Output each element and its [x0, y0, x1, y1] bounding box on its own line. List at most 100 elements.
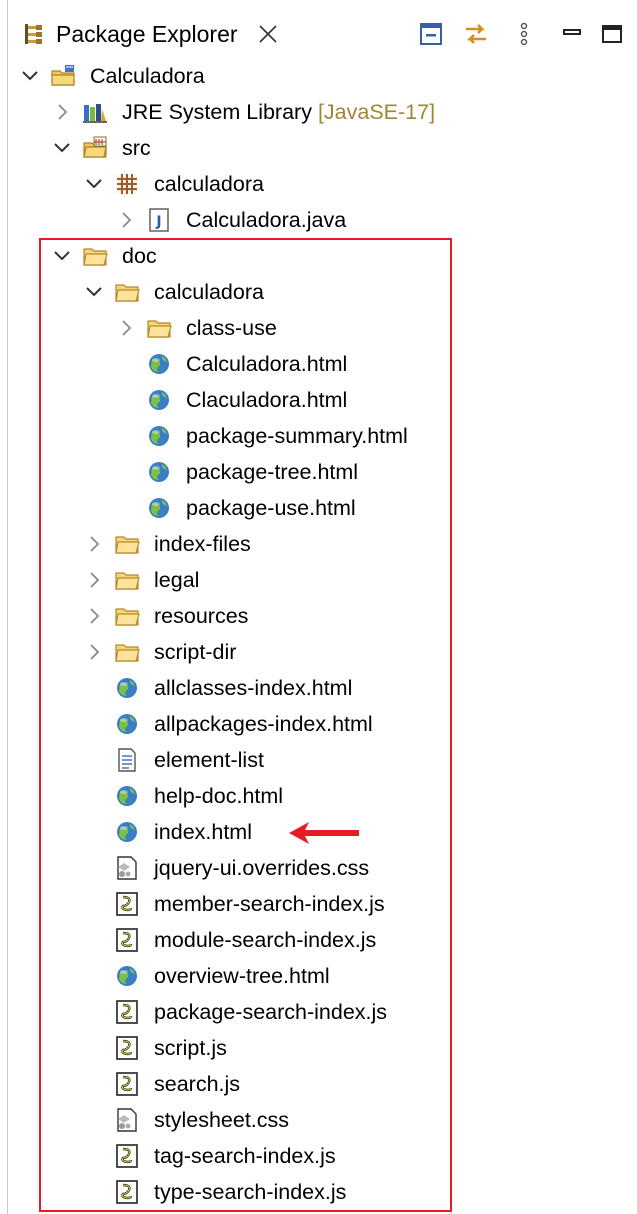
tree-item-calculadora-java[interactable]: J Calculadora.java: [0, 202, 637, 238]
chevron-down-icon[interactable]: [50, 244, 74, 268]
tree-item-calculadora-html[interactable]: Calculadora.html: [0, 346, 637, 382]
tree-item-src[interactable]: src: [0, 130, 637, 166]
script-icon: [114, 927, 140, 953]
script-icon: [114, 1071, 140, 1097]
item-name: allpackages-index.html: [154, 712, 373, 736]
tree-item-package-summary-html[interactable]: package-summary.html: [0, 418, 637, 454]
tree-item-tag-search-index-js[interactable]: tag-search-index.js: [0, 1138, 637, 1174]
tree-item-class-use[interactable]: class-use: [0, 310, 637, 346]
folder-icon: [114, 279, 140, 305]
globe-icon: [114, 963, 140, 989]
tree-item-label: index.html: [154, 818, 252, 846]
chevron-down-icon[interactable]: [18, 64, 42, 88]
project-tree: Calculadora JRE System Library [JavaSE-17…: [0, 0, 637, 1214]
item-name: legal: [154, 568, 200, 592]
folder-icon: [146, 315, 172, 341]
tree-item-stylesheet-css[interactable]: stylesheet.css: [0, 1102, 637, 1138]
item-name: module-search-index.js: [154, 928, 377, 952]
tree-item-element-list[interactable]: element-list: [0, 742, 637, 778]
folder-icon: [114, 531, 140, 557]
tree-item-label: jquery-ui.overrides.css: [154, 854, 369, 882]
tree-item-label: src: [122, 134, 151, 162]
item-name: tag-search-index.js: [154, 1144, 336, 1168]
tree-item-label: overview-tree.html: [154, 962, 330, 990]
globe-icon: [114, 675, 140, 701]
chevron-right-icon[interactable]: [50, 100, 74, 124]
chevron-down-icon[interactable]: [82, 280, 106, 304]
tree-item-script-js[interactable]: script.js: [0, 1030, 637, 1066]
chevron-right-icon[interactable]: [82, 604, 106, 628]
item-name: class-use: [186, 316, 277, 340]
tree-item-label: doc: [122, 242, 157, 270]
tree-item-type-search-index-js[interactable]: type-search-index.js: [0, 1174, 637, 1210]
tree-item-label: legal: [154, 566, 199, 594]
chevron-right-icon[interactable]: [82, 532, 106, 556]
item-name: calculadora: [154, 280, 264, 304]
tree-item-jre-system-library[interactable]: JRE System Library [JavaSE-17]: [0, 94, 637, 130]
item-name: resources: [154, 604, 249, 628]
tree-item-label: calculadora: [154, 170, 264, 198]
item-name: stylesheet.css: [154, 1108, 290, 1132]
chevron-down-icon[interactable]: [50, 136, 74, 160]
tree-item-help-doc-html[interactable]: help-doc.html: [0, 778, 637, 814]
tree-item-module-search-index-js[interactable]: module-search-index.js: [0, 922, 637, 958]
tree-item-allclasses-index-html[interactable]: allclasses-index.html: [0, 670, 637, 706]
tree-item-package-search-index-js[interactable]: package-search-index.js: [0, 994, 637, 1030]
tree-item-package-tree-html[interactable]: package-tree.html: [0, 454, 637, 490]
item-name: package-tree.html: [186, 460, 359, 484]
tree-item-search-js[interactable]: search.js: [0, 1066, 637, 1102]
tree-item-label: module-search-index.js: [154, 926, 376, 954]
item-name: Claculadora.html: [186, 388, 348, 412]
tree-item-index-files[interactable]: index-files: [0, 526, 637, 562]
package-icon: [114, 171, 140, 197]
tree-item-calculadora[interactable]: calculadora: [0, 274, 637, 310]
script-icon: [114, 1143, 140, 1169]
tree-item-script-dir[interactable]: script-dir: [0, 634, 637, 670]
globe-icon: [114, 711, 140, 737]
item-name: Calculadora.html: [186, 352, 348, 376]
item-name: package-use.html: [186, 496, 356, 520]
item-name: package-search-index.js: [154, 1000, 388, 1024]
item-name: member-search-index.js: [154, 892, 385, 916]
item-name: overview-tree.html: [154, 964, 330, 988]
tree-item-label: calculadora: [154, 278, 264, 306]
chevron-down-icon[interactable]: [82, 172, 106, 196]
chevron-right-icon[interactable]: [82, 640, 106, 664]
tree-item-calculadora[interactable]: calculadora: [0, 166, 637, 202]
item-name: calculadora: [154, 172, 264, 196]
item-name: element-list: [154, 748, 264, 772]
tree-item-member-search-index-js[interactable]: member-search-index.js: [0, 886, 637, 922]
tree-item-label: Claculadora.html: [186, 386, 347, 414]
tree-item-package-use-html[interactable]: package-use.html: [0, 490, 637, 526]
chevron-right-icon[interactable]: [114, 208, 138, 232]
item-name: allclasses-index.html: [154, 676, 353, 700]
item-name: help-doc.html: [154, 784, 284, 808]
tree-item-claculadora-html[interactable]: Claculadora.html: [0, 382, 637, 418]
tree-item-doc[interactable]: doc: [0, 238, 637, 274]
tree-item-label: package-use.html: [186, 494, 356, 522]
chevron-right-icon[interactable]: [82, 568, 106, 592]
tree-item-overview-tree-html[interactable]: overview-tree.html: [0, 958, 637, 994]
tree-item-label: help-doc.html: [154, 782, 283, 810]
tree-item-calculadora[interactable]: Calculadora: [0, 58, 637, 94]
tree-item-resources[interactable]: resources: [0, 598, 637, 634]
tree-item-label: Calculadora: [90, 62, 205, 90]
library-icon: [82, 99, 108, 125]
tree-item-label: class-use: [186, 314, 277, 342]
tree-item-allpackages-index-html[interactable]: allpackages-index.html: [0, 706, 637, 742]
text-file-icon: [114, 747, 140, 773]
item-name: src: [122, 136, 151, 160]
tree-item-jquery-ui-overrides-css[interactable]: jquery-ui.overrides.css: [0, 850, 637, 886]
tree-item-label: Calculadora.html: [186, 350, 347, 378]
library-decoration: [JavaSE-17]: [317, 100, 436, 124]
chevron-right-icon[interactable]: [114, 316, 138, 340]
tree-item-label: script.js: [154, 1034, 227, 1062]
tree-item-legal[interactable]: legal: [0, 562, 637, 598]
tree-item-label: tag-search-index.js: [154, 1142, 336, 1170]
item-name: Calculadora.java: [186, 208, 347, 232]
tree-item-label: allpackages-index.html: [154, 710, 373, 738]
tree-item-label: resources: [154, 602, 248, 630]
globe-icon: [146, 387, 172, 413]
globe-icon: [146, 351, 172, 377]
java-icon: J: [146, 207, 172, 233]
